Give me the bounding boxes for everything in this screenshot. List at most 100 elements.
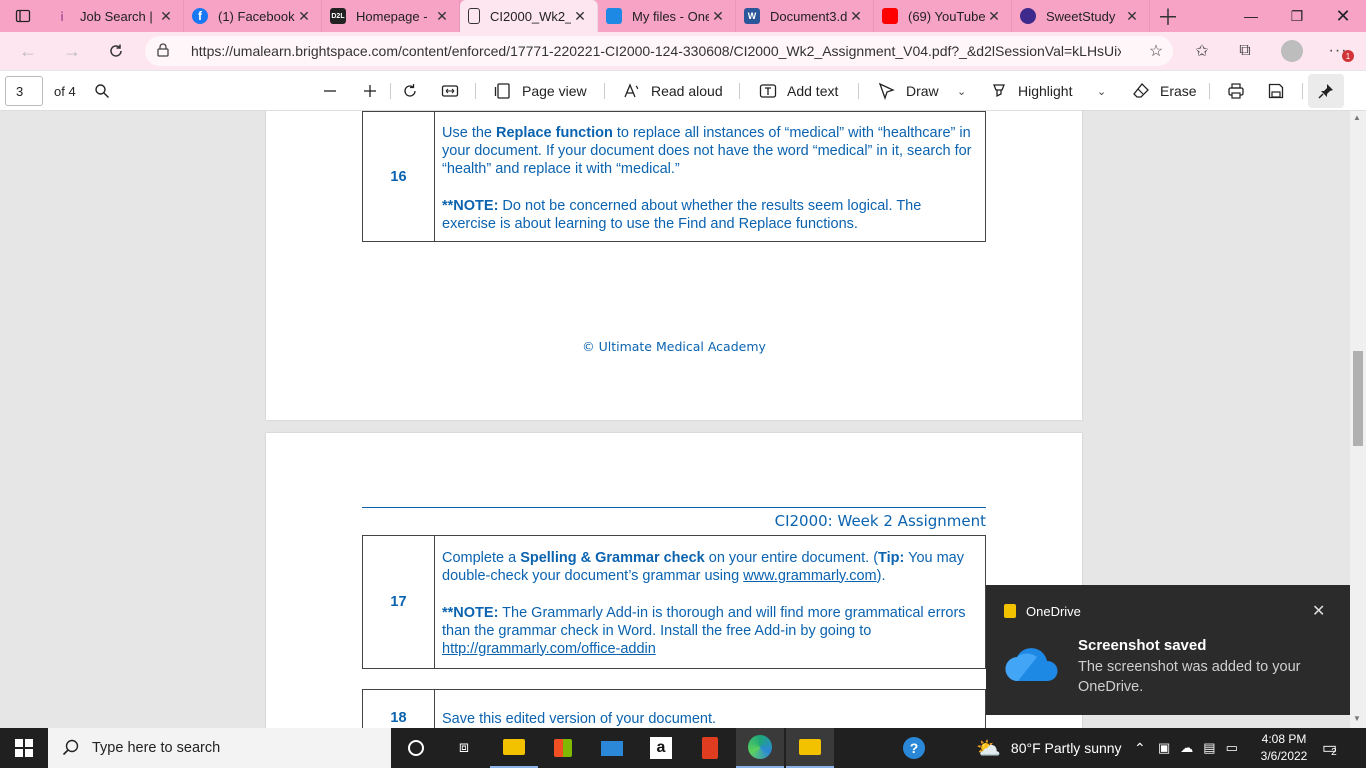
plus-icon — [364, 85, 376, 97]
close-notification-button[interactable]: ✕ — [1312, 601, 1325, 621]
close-tab-icon[interactable]: ✕ — [571, 8, 589, 25]
browser-tab[interactable]: D2L Homepage - ✕ — [322, 0, 460, 32]
action-center-button[interactable]: ▭ 2 — [1322, 728, 1337, 768]
find-button[interactable] — [94, 71, 120, 111]
help-taskbar-button[interactable]: ? — [890, 728, 938, 768]
step-instructions: Save this edited version of your documen… — [434, 689, 986, 728]
zoom-in-button[interactable] — [362, 71, 388, 111]
browser-tab[interactable]: W Document3.d ✕ — [736, 0, 874, 32]
back-button[interactable]: ← — [10, 35, 46, 67]
cortana-button[interactable] — [392, 728, 440, 768]
save-button[interactable] — [1267, 71, 1295, 111]
tab-label: My files - One — [632, 8, 709, 24]
onedrive-notification[interactable]: OneDrive ✕ Screenshot saved The screensh… — [986, 585, 1350, 715]
scroll-down-icon[interactable]: ▼ — [1353, 714, 1361, 723]
weather-widget[interactable]: ⛅ 80°F Partly sunny — [976, 728, 1122, 768]
tab-label: Document3.d — [770, 8, 847, 24]
browser-tab[interactable]: f (1) Facebook ✕ — [184, 0, 322, 32]
browser-tab[interactable]: (69) YouTube ✕ — [874, 0, 1012, 32]
lock-icon — [157, 42, 171, 60]
tab-label: SweetStudy — [1046, 8, 1116, 24]
system-tray-icons[interactable]: ▣ ☁ ▤ ▭ — [1158, 728, 1238, 768]
onedrive-folder-taskbar-button[interactable] — [786, 728, 834, 768]
start-button[interactable] — [0, 728, 48, 768]
erase-button[interactable]: Erase — [1132, 71, 1197, 111]
browser-tab[interactable]: i Job Search | Ir ✕ — [46, 0, 184, 32]
toolbar-divider — [858, 83, 859, 99]
grammarly-link[interactable]: www.grammarly.com — [743, 568, 876, 584]
rotate-button[interactable] — [401, 71, 429, 111]
edge-taskbar-button[interactable] — [736, 728, 784, 768]
draw-icon — [878, 82, 895, 100]
fit-to-width-button[interactable] — [441, 71, 469, 111]
draw-button[interactable]: Draw — [878, 71, 939, 111]
browser-tab[interactable]: CI2000_Wk2_ ✕ — [460, 0, 598, 32]
scrollbar-thumb[interactable] — [1353, 351, 1363, 446]
profile-button[interactable] — [1276, 36, 1308, 66]
restore-button[interactable]: ❐ — [1274, 0, 1320, 32]
close-tab-icon[interactable]: ✕ — [295, 8, 313, 25]
highlight-options-dropdown[interactable]: ⌄ — [1097, 71, 1106, 111]
amazon-taskbar-button[interactable]: a — [637, 728, 685, 768]
task-view-button[interactable]: ⧈ — [440, 728, 488, 768]
add-favorite-button[interactable]: ☆ — [1140, 36, 1172, 66]
zoom-out-button[interactable] — [322, 71, 348, 111]
office-taskbar-button[interactable] — [686, 728, 734, 768]
url-field[interactable]: https://umalearn.brightspace.com/content… — [145, 36, 1173, 66]
new-tab-button[interactable]: ＋ — [1150, 0, 1186, 32]
step-number: 16 — [362, 111, 435, 242]
browser-tab[interactable]: My files - One ✕ — [598, 0, 736, 32]
plus-icon: ＋ — [1156, 5, 1179, 30]
vertical-scrollbar[interactable]: ▲ ▼ — [1350, 111, 1366, 728]
close-tab-icon[interactable]: ✕ — [1123, 8, 1141, 25]
sweetstudy-icon — [1020, 8, 1036, 24]
refresh-button[interactable] — [98, 35, 134, 67]
page-count: of 4 — [54, 83, 76, 99]
onedrive-tray-icon: ☁ — [1180, 740, 1194, 755]
scroll-up-icon[interactable]: ▲ — [1353, 113, 1361, 122]
folder-icon — [799, 739, 821, 755]
clock[interactable]: 4:08 PM 3/6/2022 — [1252, 728, 1316, 768]
save-icon — [1268, 83, 1284, 99]
close-icon: ✕ — [1312, 603, 1326, 620]
forward-button[interactable]: → — [54, 35, 90, 67]
close-tab-icon[interactable]: ✕ — [157, 8, 175, 25]
onedrive-cloud-icon — [1005, 648, 1058, 682]
tab-actions-menu-button[interactable] — [0, 0, 46, 32]
star-plus-icon: ☆ — [1148, 43, 1164, 60]
collections-button[interactable]: ⧉ — [1229, 36, 1261, 66]
grammarly-addin-link[interactable]: http://grammarly.com/office-addin — [442, 641, 656, 657]
taskbar-search-box[interactable]: Type here to search — [48, 728, 391, 768]
print-button[interactable] — [1227, 71, 1255, 111]
tab-label: CI2000_Wk2_ — [490, 8, 571, 24]
settings-more-button[interactable]: ··· 1 — [1322, 36, 1354, 66]
highlight-button[interactable]: Highlight — [990, 71, 1072, 111]
file-explorer-taskbar-button[interactable] — [490, 728, 538, 768]
draw-options-dropdown[interactable]: ⌄ — [957, 71, 966, 111]
highlight-icon — [993, 84, 1005, 98]
minimize-button[interactable]: — — [1228, 0, 1274, 32]
mail-taskbar-button[interactable] — [588, 728, 636, 768]
tab-label: (69) YouTube — [908, 8, 985, 24]
read-aloud-button[interactable]: Read aloud — [623, 71, 723, 111]
edge-icon — [748, 735, 772, 759]
search-icon — [62, 739, 79, 756]
close-tab-icon[interactable]: ✕ — [709, 8, 727, 25]
show-hidden-icons-button[interactable]: ⌃ — [1134, 728, 1146, 768]
browser-tab[interactable]: SweetStudy ✕ — [1012, 0, 1150, 32]
tab-label: (1) Facebook — [218, 8, 295, 24]
close-tab-icon[interactable]: ✕ — [985, 8, 1003, 25]
facebook-icon: f — [192, 8, 208, 24]
close-window-button[interactable]: ✕ — [1320, 0, 1366, 32]
page-view-button[interactable]: Page view — [494, 71, 587, 111]
store-icon — [554, 739, 572, 757]
pin-toolbar-button[interactable] — [1308, 74, 1344, 108]
close-tab-icon[interactable]: ✕ — [847, 8, 865, 25]
network-icon: ▤ — [1203, 740, 1216, 755]
add-text-button[interactable]: Add text — [759, 71, 838, 111]
favorites-button[interactable]: ✩ — [1186, 36, 1218, 66]
close-tab-icon[interactable]: ✕ — [433, 8, 451, 25]
microsoft-store-taskbar-button[interactable] — [539, 728, 587, 768]
pdf-page-3: 16 Use the Replace function to replace a… — [266, 111, 1082, 420]
page-number-input[interactable]: 3 — [5, 76, 43, 106]
